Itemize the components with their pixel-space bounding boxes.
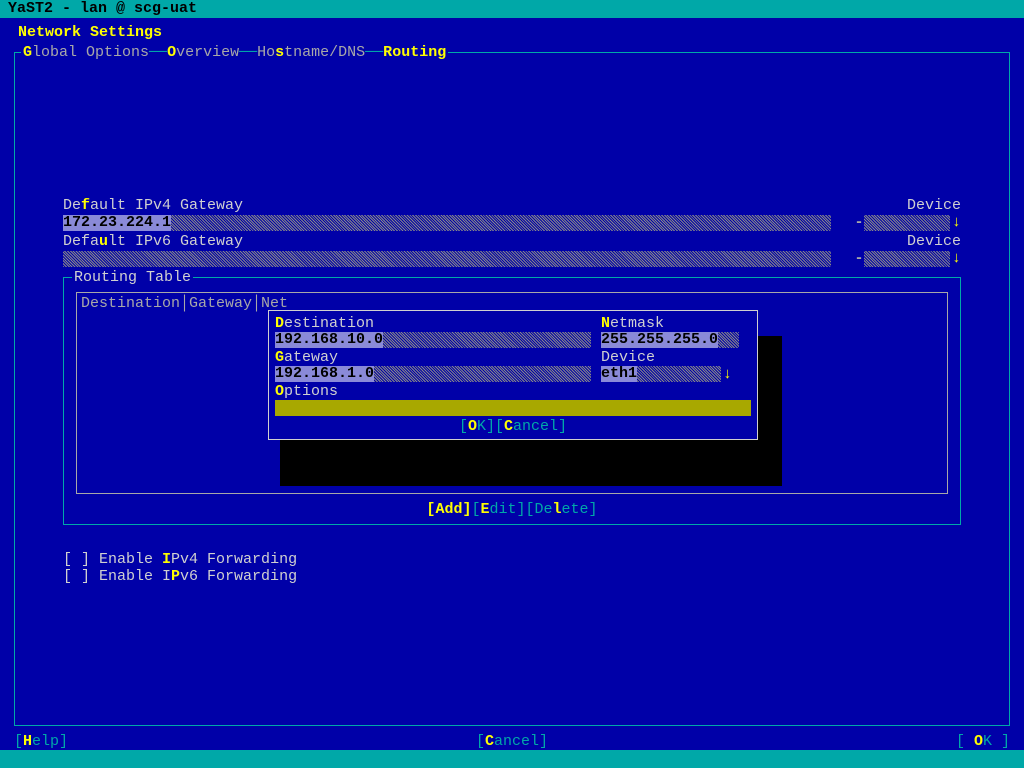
routing-actions: [Add][Edit][Delete] [64, 501, 960, 518]
tab-sep3: ── [365, 44, 383, 61]
modal-device-value: eth1 [601, 366, 637, 382]
modal-netmask-label: Netmask [601, 315, 751, 332]
modal-options-input[interactable] [275, 400, 751, 416]
ipv6-gateway-label: Default IPv6 Gateway [63, 233, 243, 250]
tab-routing-hot: R [383, 44, 392, 61]
enable-ipv4-forwarding-checkbox[interactable]: [ ] Enable IPv4 Forwarding [63, 551, 297, 568]
add-button[interactable]: [Add] [426, 501, 471, 518]
modal-options-label: Options [275, 383, 751, 400]
modal-destination-value: 192.168.10.0 [275, 332, 383, 348]
gateway-section: Default IPv4 Gateway Device 172.23.224.1… [63, 197, 961, 267]
dropdown-arrow-icon-2[interactable]: ↓ [952, 250, 961, 267]
route-edit-dialog: Destination 192.168.10.0 Netmask 255.255… [268, 310, 758, 440]
tab-overview-hotkey: O [167, 44, 176, 61]
ipv4-gateway-label: Default IPv4 Gateway [63, 197, 243, 214]
ipv6-device-label: Device [907, 233, 961, 250]
modal-ok-button[interactable]: [OK] [459, 418, 495, 435]
modal-device-arrow-icon[interactable]: ↓ [723, 366, 732, 383]
ipv6-gateway-input[interactable] [63, 251, 831, 267]
tab-hostname-pre: Ho [257, 44, 275, 61]
ipv4-gateway-input[interactable]: 172.23.224.1 [63, 215, 831, 231]
tab-hostname-dns[interactable]: Hostname/DNS [257, 44, 365, 61]
delete-button[interactable]: [Delete] [526, 501, 598, 518]
tab-routing-label: outing [392, 44, 446, 61]
modal-device-label: Device [601, 349, 751, 366]
ok-button[interactable]: [ OK ] [956, 733, 1010, 750]
routing-table-title: Routing Table [72, 269, 193, 286]
tab-hostname-post: tname/DNS [284, 44, 365, 61]
ipv4-device-select[interactable] [864, 215, 950, 231]
modal-destination-input[interactable]: 192.168.10.0 [275, 332, 591, 348]
tab-sep2: ── [239, 44, 257, 61]
tab-global-options[interactable]: Global Options [23, 44, 149, 61]
tab-global-options-label: lobal Options [32, 44, 149, 61]
modal-cancel-button[interactable]: [Cancel] [495, 418, 567, 435]
help-button[interactable]: [Help] [14, 733, 68, 750]
tab-overview[interactable]: Overview [167, 44, 239, 61]
modal-netmask-input[interactable]: 255.255.255.0 [601, 332, 739, 348]
modal-gateway-value: 192.168.1.0 [275, 366, 374, 382]
bottom-bar: [Help] [Cancel] [ OK ] [0, 733, 1024, 750]
tab-sep: ── [149, 44, 167, 61]
ipv4-gateway-value: 172.23.224.1 [63, 215, 171, 231]
ipv6-device-select[interactable] [864, 251, 950, 267]
tab-overview-label: verview [176, 44, 239, 61]
ipv6-device-dash: - [855, 250, 864, 267]
enable-ipv6-forwarding-checkbox[interactable]: [ ] Enable IPv6 Forwarding [63, 568, 297, 585]
ipv4-device-label: Device [907, 197, 961, 214]
tab-global-options-hotkey: G [23, 44, 32, 61]
dropdown-arrow-icon[interactable]: ↓ [952, 214, 961, 231]
page-title: Network Settings [0, 18, 1024, 41]
modal-gateway-label: Gateway [275, 349, 601, 366]
window-titlebar: YaST2 - lan @ scg-uat [0, 0, 1024, 18]
forwarding-checkboxes: [ ] Enable IPv4 Forwarding [ ] Enable IP… [63, 551, 297, 585]
modal-device-select[interactable]: eth1 [601, 366, 721, 382]
tab-routing[interactable]: Routing [383, 44, 446, 61]
ipv4-device-dash: - [855, 214, 864, 231]
modal-netmask-value: 255.255.255.0 [601, 332, 718, 348]
cancel-button[interactable]: [Cancel] [476, 733, 548, 750]
tab-hostname-hot: s [275, 44, 284, 61]
tabs-row: Global Options──Overview──Hostname/DNS──… [21, 44, 448, 61]
bottom-strip [0, 750, 1024, 768]
edit-button[interactable]: [Edit] [471, 501, 525, 518]
modal-destination-label: Destination [275, 315, 601, 332]
modal-gateway-input[interactable]: 192.168.1.0 [275, 366, 591, 382]
